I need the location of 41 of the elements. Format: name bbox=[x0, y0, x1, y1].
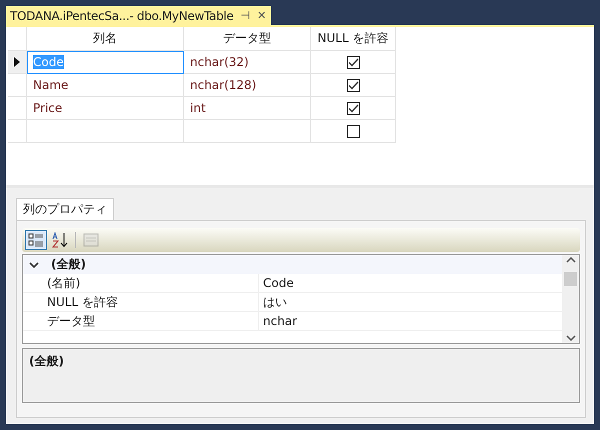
property-pages-icon bbox=[83, 233, 99, 247]
check-icon bbox=[348, 58, 358, 66]
data-type-cell[interactable]: nchar(32) bbox=[184, 51, 311, 74]
scroll-up-icon[interactable] bbox=[566, 257, 576, 263]
collapse-chevron-icon[interactable] bbox=[29, 262, 39, 268]
column-header[interactable]: データ型 bbox=[184, 27, 311, 51]
description-title: (全般) bbox=[29, 354, 64, 368]
current-row-icon bbox=[14, 57, 20, 67]
properties-tab[interactable]: 列のプロパティ bbox=[16, 198, 114, 220]
column-name-cell[interactable]: Price bbox=[27, 97, 184, 120]
data-type-cell[interactable] bbox=[184, 120, 311, 143]
data-type-cell[interactable]: int bbox=[184, 97, 311, 120]
check-icon bbox=[348, 80, 358, 90]
column-name-cell[interactable]: Name bbox=[27, 74, 184, 97]
check-icon bbox=[348, 104, 358, 112]
close-button[interactable]: ✕ bbox=[257, 9, 266, 22]
property-name[interactable]: NULL を許容 bbox=[41, 293, 259, 311]
sort-alphabetical-icon bbox=[51, 232, 69, 248]
allow-null-checkbox[interactable] bbox=[346, 102, 360, 114]
scroll-down-icon[interactable] bbox=[566, 335, 576, 341]
property-value[interactable]: はい bbox=[259, 293, 562, 311]
scroll-thumb[interactable] bbox=[564, 272, 577, 286]
allow-null-checkbox[interactable] bbox=[346, 78, 360, 92]
categorized-button[interactable] bbox=[25, 230, 47, 250]
allow-null-checkbox[interactable] bbox=[346, 56, 360, 68]
column-header[interactable]: NULL を許容 bbox=[311, 27, 396, 51]
category-label: (全般) bbox=[51, 256, 86, 273]
pin-button[interactable]: ⊣ bbox=[240, 9, 250, 22]
categorized-list-icon bbox=[28, 232, 44, 248]
property-name[interactable]: データ型 bbox=[41, 312, 259, 330]
property-name[interactable]: (名前) bbox=[41, 274, 259, 292]
allow-null-checkbox[interactable] bbox=[346, 124, 360, 138]
column-name-cell[interactable] bbox=[27, 120, 184, 143]
property-value[interactable]: Code bbox=[259, 274, 562, 292]
scrollbar[interactable] bbox=[562, 255, 579, 343]
document-tab[interactable]: TODANA.iPentecSa...- dbo.MyNewTable ⊣ ✕ bbox=[6, 6, 272, 25]
column-header[interactable]: 列名 bbox=[27, 27, 184, 51]
property-value[interactable]: nchar bbox=[259, 312, 562, 330]
data-type-cell[interactable]: nchar(128) bbox=[184, 74, 311, 97]
document-tab-title: TODANA.iPentecSa...- dbo.MyNewTable bbox=[10, 8, 234, 22]
row-header[interactable] bbox=[8, 51, 27, 74]
